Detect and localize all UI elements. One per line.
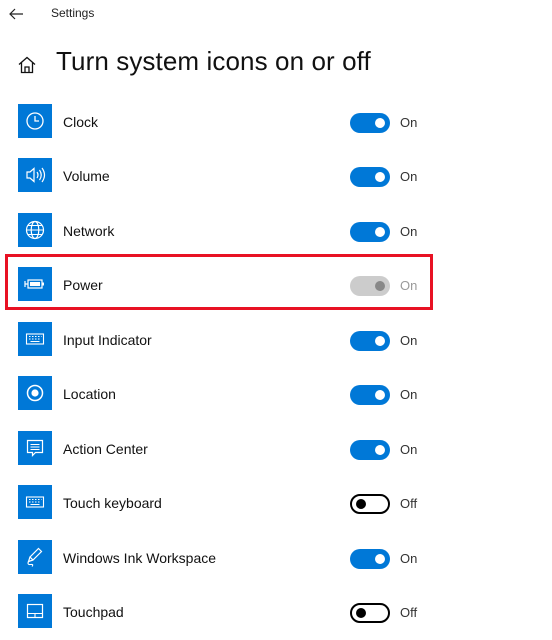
- toggle-knob: [375, 118, 385, 128]
- setting-label: Touchpad: [63, 604, 124, 620]
- title-bar: Settings: [0, 0, 552, 28]
- location-icon: [18, 376, 52, 410]
- touchpad-icon: [18, 594, 52, 628]
- toggle-knob: [375, 172, 385, 182]
- globe-icon: [18, 213, 52, 247]
- location-toggle[interactable]: [350, 385, 390, 405]
- page-title: Turn system icons on or off: [56, 46, 371, 76]
- toggle-state-text: On: [400, 387, 418, 402]
- setting-row-touch-keyboard: Touch keyboard Off: [0, 483, 552, 523]
- setting-row-clock: Clock On: [0, 102, 552, 142]
- toggle-state-text: On: [400, 115, 418, 130]
- toggle-knob: [356, 608, 366, 618]
- clock-icon: [18, 104, 52, 138]
- toggle-state-text: On: [400, 224, 418, 239]
- toggle-knob: [375, 445, 385, 455]
- input-indicator-toggle[interactable]: [350, 331, 390, 351]
- touch-keyboard-toggle[interactable]: [350, 494, 390, 514]
- back-arrow-icon: [9, 8, 23, 20]
- volume-icon: [18, 158, 52, 192]
- app-title: Settings: [51, 6, 95, 20]
- setting-row-volume: Volume On: [0, 156, 552, 196]
- setting-label: Windows Ink Workspace: [63, 550, 217, 566]
- toggle-knob: [375, 336, 385, 346]
- toggle-state-text: On: [400, 442, 418, 457]
- back-button[interactable]: [4, 2, 30, 26]
- home-button[interactable]: [14, 53, 40, 77]
- volume-toggle[interactable]: [350, 167, 390, 187]
- network-toggle[interactable]: [350, 222, 390, 242]
- action-center-toggle[interactable]: [350, 440, 390, 460]
- setting-row-location: Location On: [0, 374, 552, 414]
- highlight-box: [5, 254, 433, 310]
- toggle-state-text: On: [400, 551, 418, 566]
- touchpad-toggle[interactable]: [350, 603, 390, 623]
- setting-row-network: Network On: [0, 211, 552, 251]
- setting-label: Input Indicator: [63, 332, 152, 348]
- keyboard-icon: [18, 485, 52, 519]
- toggle-state-text: Off: [400, 605, 418, 620]
- toggle-knob: [375, 554, 385, 564]
- toggle-knob: [375, 390, 385, 400]
- toggle-knob: [356, 499, 366, 509]
- setting-label: Action Center: [63, 441, 148, 457]
- toggle-state-text: Off: [400, 496, 418, 511]
- setting-label: Touch keyboard: [63, 495, 162, 511]
- setting-row-touchpad: Touchpad Off: [0, 592, 552, 632]
- setting-label: Network: [63, 223, 115, 239]
- setting-label: Clock: [63, 114, 99, 130]
- windows-ink-workspace-toggle[interactable]: [350, 549, 390, 569]
- toggle-state-text: On: [400, 333, 418, 348]
- home-icon: [18, 56, 36, 74]
- setting-row-windows-ink-workspace: Windows Ink Workspace On: [0, 538, 552, 578]
- setting-label: Volume: [63, 168, 110, 184]
- toggle-knob: [375, 227, 385, 237]
- setting-label: Location: [63, 386, 116, 402]
- setting-row-action-center: Action Center On: [0, 429, 552, 469]
- toggle-state-text: On: [400, 169, 418, 184]
- action-center-icon: [18, 431, 52, 465]
- setting-row-input-indicator: Input Indicator On: [0, 320, 552, 360]
- keyboard-icon: [18, 322, 52, 356]
- clock-toggle[interactable]: [350, 113, 390, 133]
- pen-icon: [18, 540, 52, 574]
